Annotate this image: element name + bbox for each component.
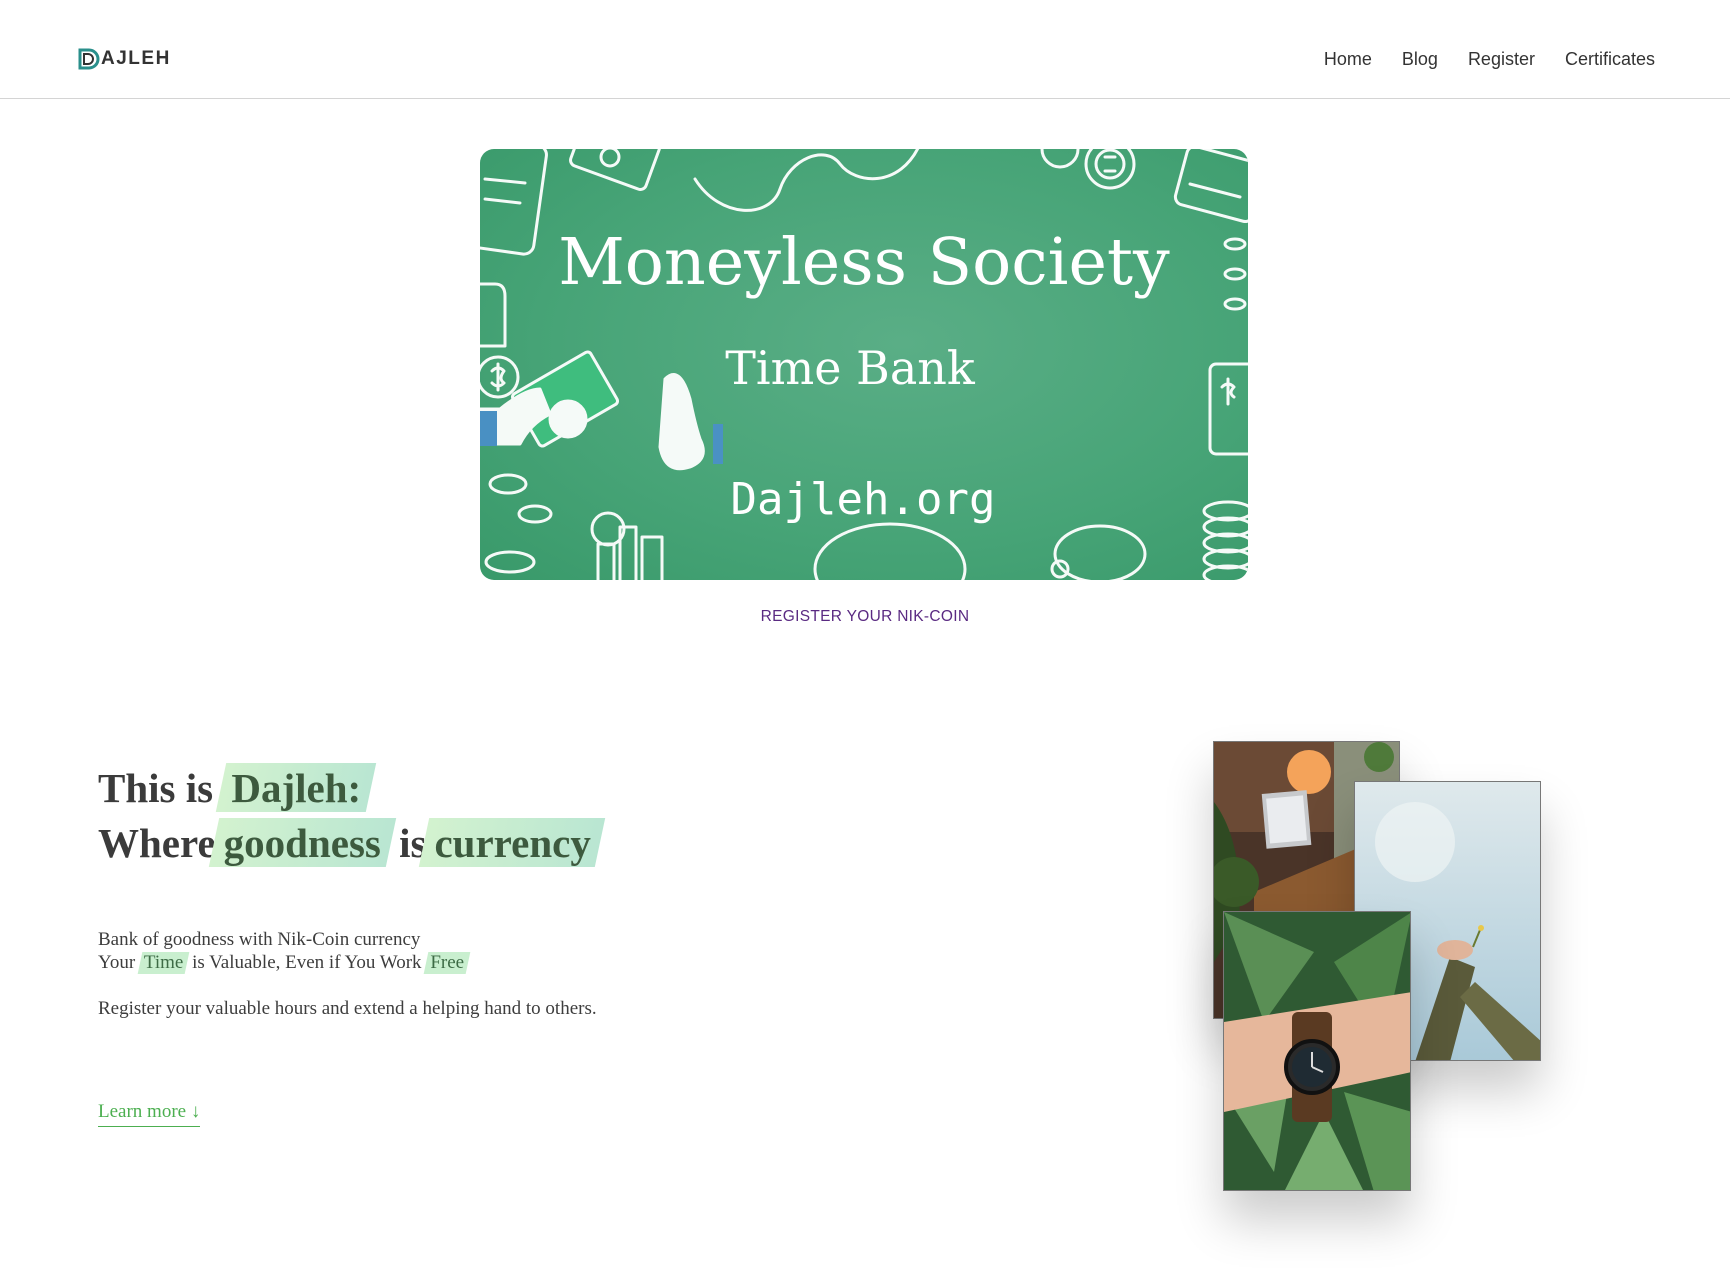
hero-headline: This is Dajleh: Where goodness is currency [98,761,599,871]
nav-blog[interactable]: Blog [1402,49,1438,70]
nav-certificates[interactable]: Certificates [1565,49,1655,70]
highlight-currency: currency [424,816,600,871]
highlight-goodness: goodness [214,816,391,871]
logo[interactable]: AJLEH [78,48,171,70]
desc-line-1: Bank of goodness with Nik-Coin currency [98,929,421,950]
highlight-free: Free [426,951,468,974]
headline-line-1: This is Dajleh: [98,761,599,816]
logo-d-icon [78,48,100,70]
highlight-time: Time [140,951,187,974]
hero-banner: Moneyless Society Time Bank Dajleh.org [480,149,1248,580]
site-header: AJLEH Home Blog Register Certificates [0,0,1730,99]
headline-prefix: This is [98,765,214,811]
main-nav: Home Blog Register Certificates [1324,49,1655,70]
logo-text: AJLEH [101,48,171,69]
headline-line-2: Where goodness is currency [98,816,599,871]
nav-register[interactable]: Register [1468,49,1535,70]
banner-graphic: Moneyless Society Time Bank Dajleh.org [480,149,1248,580]
register-nik-coin-link[interactable]: REGISTER YOUR NIK-COIN [0,608,1730,626]
watch-photo [1223,911,1411,1191]
banner-site: Dajleh.org [731,474,996,525]
nav-home[interactable]: Home [1324,49,1372,70]
highlight-dajleh: Dajleh: [221,761,371,816]
learn-more-link[interactable]: Learn more ↓ [98,1101,201,1127]
hero-paragraph: Register your valuable hours and extend … [98,998,597,1019]
desc-your: Your [98,952,136,973]
desc-valuable: is Valuable, Even if You Work [192,952,422,973]
desc-line-2: Your Time is Valuable, Even if You Work … [98,951,468,974]
headline-where: Where [98,820,216,866]
banner-subtitle: Time Bank [725,341,976,395]
banner-title: Moneyless Society [558,225,1170,300]
hero-description: Bank of goodness with Nik-Coin currency … [98,928,468,974]
